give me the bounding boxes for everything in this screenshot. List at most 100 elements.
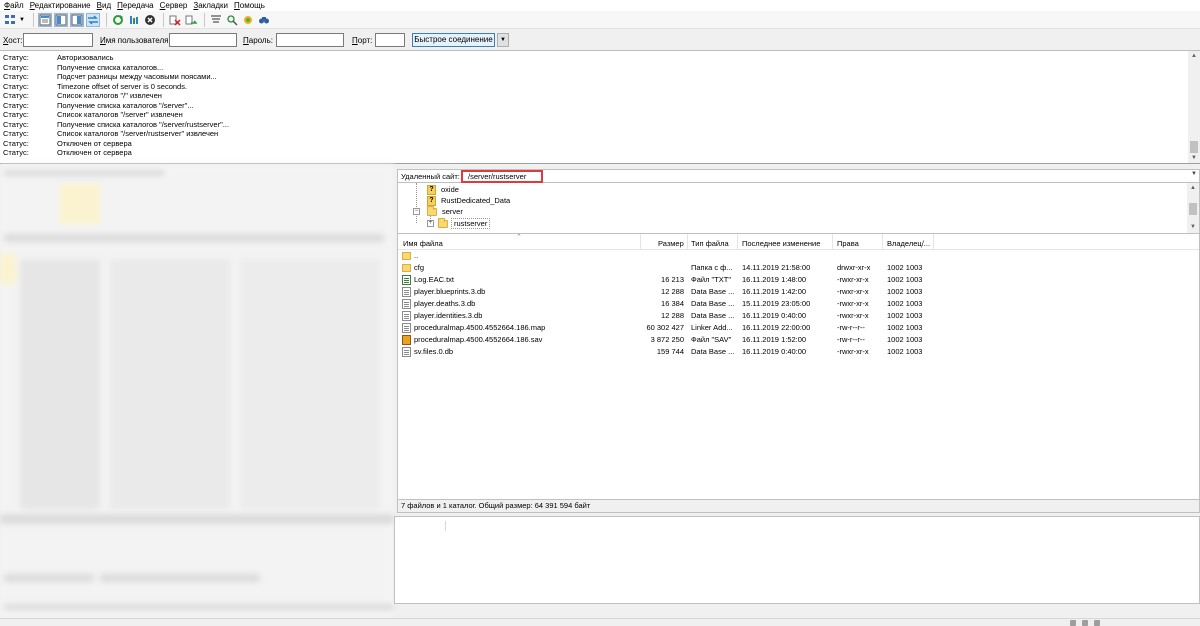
menu-view[interactable]: Вид [97, 0, 111, 11]
column-divider[interactable] [640, 234, 641, 250]
scroll-thumb[interactable] [1189, 203, 1197, 215]
user-label: Имя пользователя: [100, 36, 171, 45]
column-divider[interactable] [737, 234, 738, 250]
file-row[interactable]: proceduralmap.4500.4552664.186.map 60 30… [398, 322, 1199, 334]
blurred-content [60, 184, 100, 224]
password-input[interactable] [276, 33, 344, 47]
port-label: Порт: [352, 36, 373, 45]
file-row[interactable]: sv.files.0.db 159 744 Data Base ... 16.1… [398, 346, 1199, 358]
column-divider[interactable] [832, 234, 833, 250]
tree-item-rustserver[interactable]: rustserver [438, 217, 491, 229]
scroll-thumb[interactable] [1190, 141, 1198, 153]
quickconnect-bar: Хост: Имя пользователя: Пароль: Порт: Бы… [0, 29, 1200, 51]
toggle-log-icon[interactable] [37, 12, 52, 27]
blurred-content [100, 574, 260, 582]
sync-browse-icon[interactable] [241, 13, 255, 27]
file-list-header: Имя файла ⌃ Размер Тип файла Последнее и… [398, 234, 1199, 250]
expand-icon[interactable]: + [427, 220, 434, 227]
scroll-up-icon[interactable]: ▲ [1187, 183, 1199, 193]
unknown-folder-icon: ? [427, 195, 436, 206]
remote-path-input[interactable]: /server/rustserver [461, 170, 543, 183]
scroll-up-icon[interactable]: ▲ [1188, 51, 1200, 61]
log-scrollbar[interactable]: ▲ ▼ [1188, 51, 1200, 163]
quickconnect-button[interactable]: Быстрое соединение [412, 33, 495, 47]
blurred-content [0, 514, 394, 524]
refresh-icon[interactable] [111, 13, 125, 27]
document-icon [402, 311, 411, 321]
remote-site-label: Удаленный сайт: [401, 172, 460, 181]
blurred-content [0, 254, 16, 284]
remote-file-list: Имя файла ⌃ Размер Тип файла Последнее и… [397, 233, 1200, 500]
remote-path-dropdown-icon[interactable]: ▼ [1191, 171, 1197, 177]
column-divider[interactable] [882, 234, 883, 250]
blurred-content [4, 574, 94, 582]
file-row[interactable]: Log.EAC.txt 16 213 Файл "TXT" 16.11.2019… [398, 274, 1199, 286]
scroll-down-icon[interactable]: ▼ [1188, 153, 1200, 163]
column-header-type[interactable]: Тип файла [691, 239, 729, 248]
filter-icon[interactable] [209, 13, 223, 27]
collapse-icon[interactable]: − [413, 208, 420, 215]
process-queue-icon[interactable] [127, 13, 141, 27]
column-header-size[interactable]: Размер [658, 239, 684, 248]
column-divider[interactable] [687, 234, 688, 250]
reconnect-icon[interactable] [184, 13, 198, 27]
blurred-content [240, 259, 380, 509]
scroll-down-icon[interactable]: ▼ [1187, 222, 1199, 232]
remote-summary: 7 файлов и 1 каталог. Общий размер: 64 3… [397, 500, 1200, 513]
port-input[interactable] [375, 33, 405, 47]
tree-item-oxide[interactable]: ? oxide [427, 184, 461, 195]
compare-icon[interactable] [225, 13, 239, 27]
menu-transfer[interactable]: Передача [117, 0, 153, 11]
toolbar: ▼ [0, 11, 1200, 29]
tree-item-server[interactable]: server [427, 205, 465, 217]
local-pane [0, 164, 394, 618]
log-row: Статус: Получение списка каталогов... [3, 62, 164, 72]
tree-item-rustdedicated-data[interactable]: ? RustDedicated_Data [427, 195, 512, 206]
menu-edit[interactable]: Редактирование [30, 0, 91, 11]
menu-help[interactable]: Помощь [234, 0, 265, 11]
menu-server[interactable]: Сервер [160, 0, 188, 11]
file-row[interactable]: player.blueprints.3.db 12 288 Data Base … [398, 286, 1199, 298]
column-header-permissions[interactable]: Права [837, 239, 859, 248]
file-row[interactable]: cfg Папка с ф... 14.11.2019 21:58:00 drw… [398, 262, 1199, 274]
tree-scrollbar[interactable]: ▲ ▼ [1187, 183, 1199, 233]
log-row: Статус: Список каталогов "/" извлечен [3, 91, 162, 100]
quickconnect-dropdown-icon[interactable]: ▼ [497, 33, 509, 47]
column-divider[interactable] [933, 234, 934, 250]
log-row: Статус: Получение списка каталогов "/serv… [3, 119, 229, 129]
toggle-remote-tree-icon[interactable] [69, 12, 84, 27]
disconnect-icon[interactable] [168, 13, 182, 27]
tree-line [416, 183, 417, 223]
host-input[interactable] [23, 33, 93, 47]
file-row[interactable]: .. [398, 250, 1199, 262]
site-manager-icon[interactable] [3, 13, 17, 27]
blurred-content [4, 234, 384, 242]
site-manager-dropdown-icon[interactable]: ▼ [19, 17, 25, 23]
search-icon[interactable] [257, 13, 271, 27]
toggle-queue-icon[interactable] [85, 12, 100, 27]
menu-bookmarks[interactable]: Закладки [193, 0, 228, 11]
toggle-local-tree-icon[interactable] [53, 12, 68, 27]
folder-icon [402, 252, 411, 260]
column-header-modified[interactable]: Последнее изменение [742, 239, 820, 248]
menu-file[interactable]: Файл [4, 0, 24, 11]
host-label: Хост: [3, 36, 23, 45]
queue-column-divider [445, 521, 446, 531]
log-row: Статус: Timezone offset of server is 0 se… [3, 81, 188, 91]
transfer-queue [394, 516, 1200, 604]
log-row: Статус: Подсчет разницы между часовыми по… [3, 72, 217, 81]
file-row[interactable]: player.deaths.3.db 16 384 Data Base ... … [398, 298, 1199, 310]
column-header-name[interactable]: Имя файла [403, 239, 443, 248]
blurred-content [4, 604, 394, 610]
log-row: Статус: Список каталогов "/server" извлеч… [3, 110, 183, 119]
file-row[interactable]: player.identities.3.db 12 288 Data Base … [398, 310, 1199, 322]
column-header-owner[interactable]: Владелец/... [887, 239, 930, 248]
remote-tree: ? oxide ? RustDedicated_Data − server + … [397, 183, 1200, 233]
username-input[interactable] [169, 33, 237, 47]
toolbar-separator [105, 12, 107, 27]
log-row: Статус: Отключен от сервера [3, 148, 132, 157]
cancel-icon[interactable] [143, 13, 157, 27]
unknown-folder-icon: ? [427, 184, 436, 195]
lock-icon [1070, 620, 1076, 626]
file-row[interactable]: proceduralmap.4500.4552664.186.sav 3 872… [398, 334, 1199, 346]
